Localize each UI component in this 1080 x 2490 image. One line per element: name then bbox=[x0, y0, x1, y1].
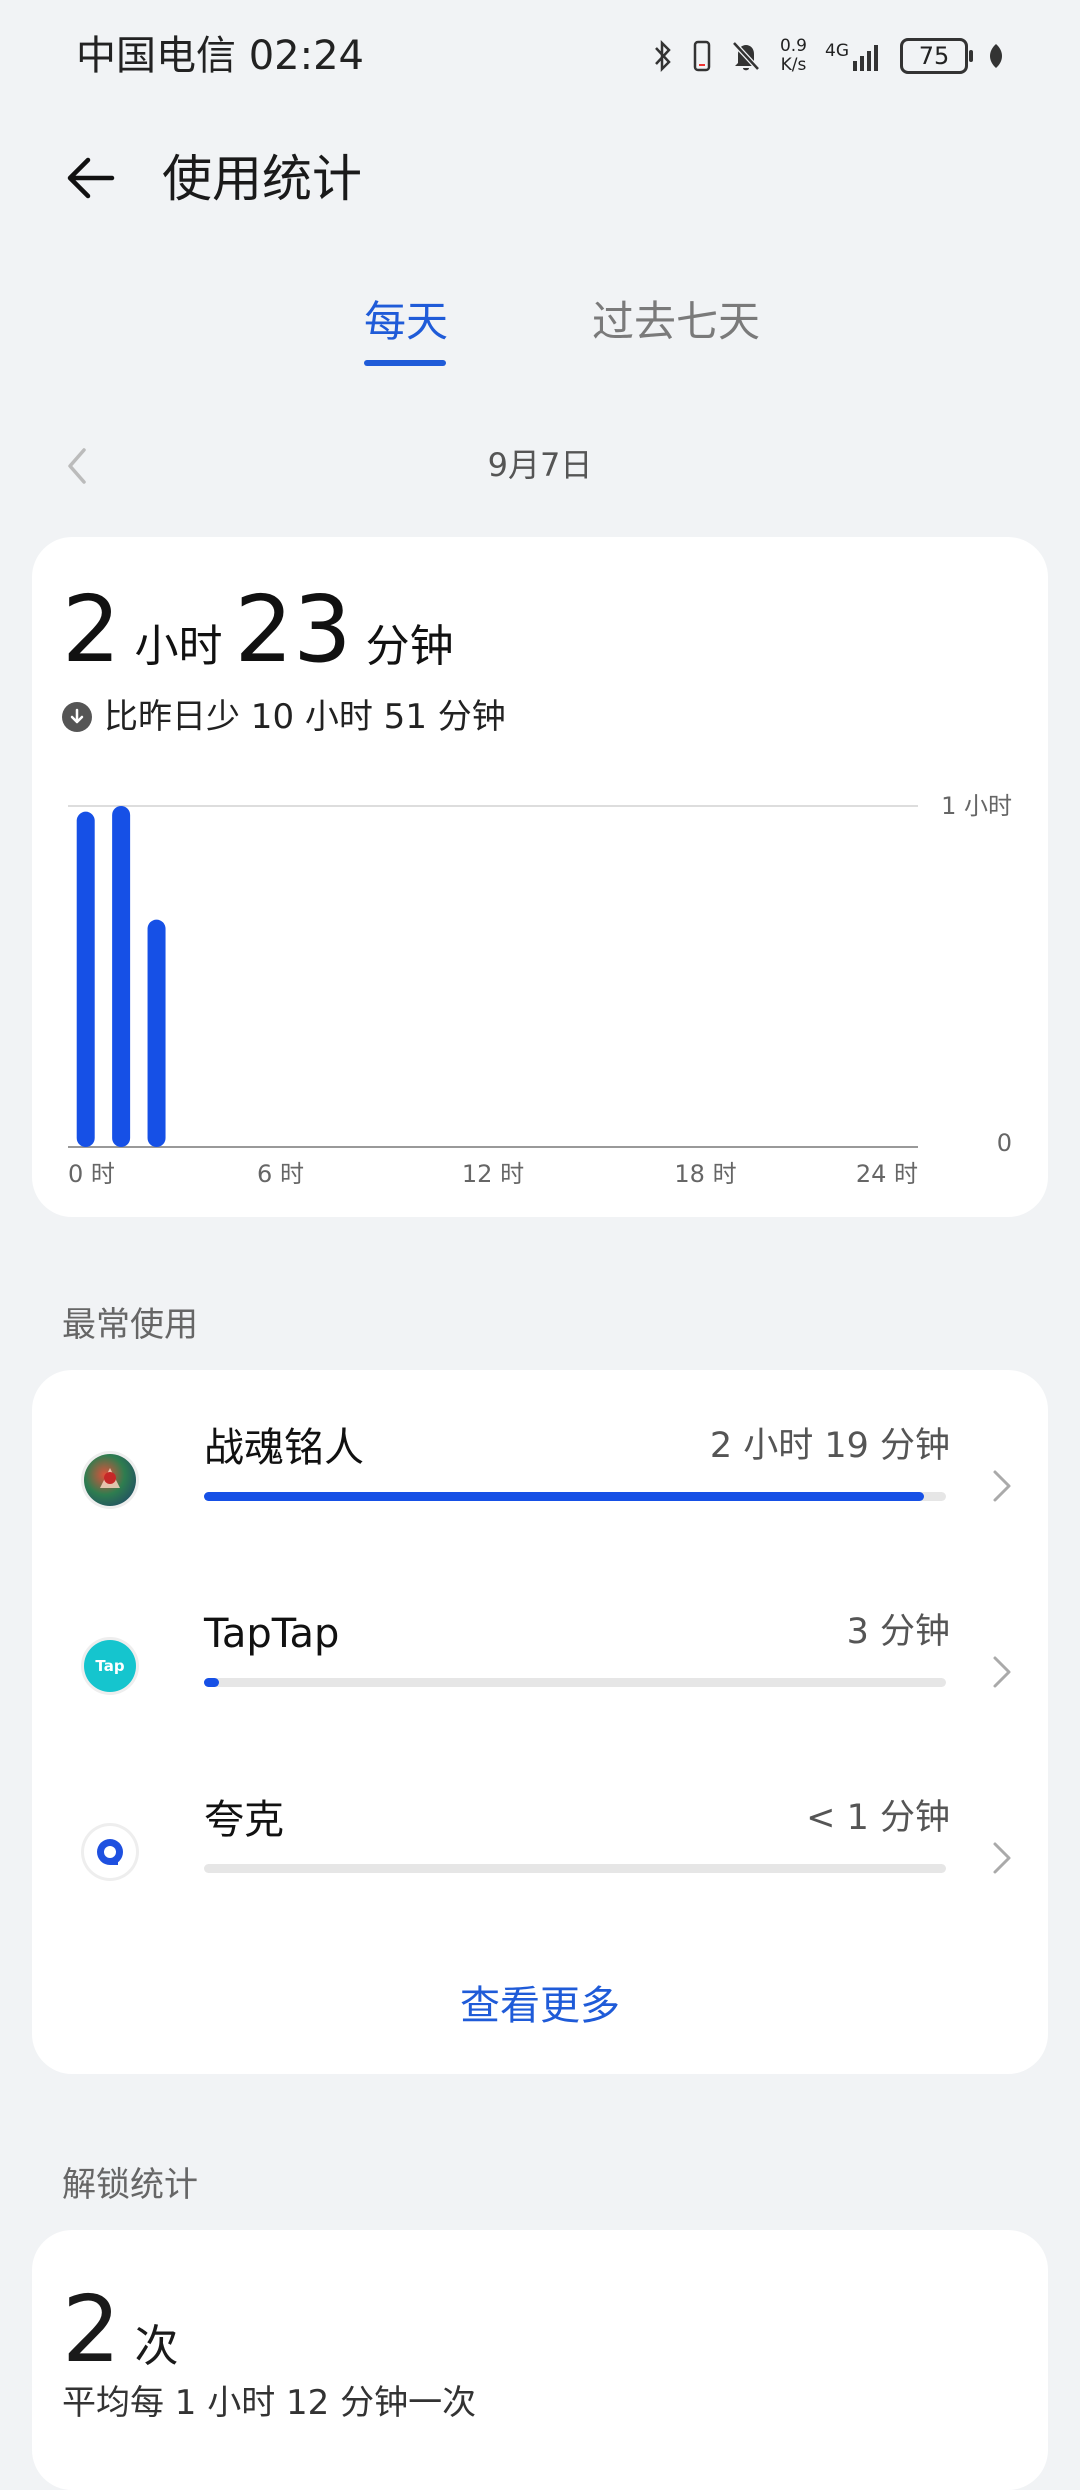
chart-bar bbox=[112, 806, 131, 1147]
app-name: 战魂铭人 bbox=[204, 1425, 364, 1471]
app-usage-bar bbox=[204, 1492, 946, 1501]
most-used-label: 最常使用 bbox=[62, 1305, 198, 1345]
app-usage-bar bbox=[204, 1678, 946, 1687]
signal-bars-icon bbox=[853, 45, 878, 71]
app-row-zhanhun[interactable]: 战魂铭人 2 小时 19 分钟 bbox=[32, 1380, 1048, 1566]
net-speed-value: 0.9 bbox=[779, 36, 807, 56]
see-more-button[interactable]: 查看更多 bbox=[32, 1978, 1048, 2034]
chevron-right-icon bbox=[993, 1842, 1011, 1874]
app-usage-time: 2 小时 19 分钟 bbox=[709, 1426, 950, 1466]
app-usage-bar-fill bbox=[204, 1492, 924, 1501]
chart-bar bbox=[76, 811, 95, 1147]
chart-y-tick-label: 1 小时 bbox=[941, 792, 1012, 820]
unlock-stats-label: 解锁统计 bbox=[62, 2165, 198, 2205]
chart-x-tick-label: 6 时 bbox=[257, 1160, 304, 1188]
chart-x-tick-label: 18 时 bbox=[674, 1160, 736, 1188]
compare-text: 比昨日少 10 小时 51 分钟 bbox=[104, 697, 506, 737]
unlock-average-text: 平均每 1 小时 12 分钟一次 bbox=[62, 2383, 477, 2423]
compare-yesterday: 比昨日少 10 小时 51 分钟 bbox=[62, 694, 506, 740]
chart-x-tick-label: 24 时 bbox=[856, 1160, 918, 1188]
signal-strength: 4G bbox=[825, 41, 882, 71]
app-usage-bar bbox=[204, 1864, 946, 1873]
back-arrow-icon[interactable] bbox=[62, 150, 118, 206]
chart-y-tick-label: 0 bbox=[997, 1129, 1012, 1157]
status-carrier-time: 中国电信 02:24 bbox=[76, 33, 364, 79]
app-usage-time: < 1 分钟 bbox=[806, 1798, 950, 1838]
unlock-count: 2 次 bbox=[62, 2280, 191, 2380]
bell-muted-icon bbox=[732, 41, 760, 71]
chart-bar bbox=[147, 919, 166, 1147]
tab-daily[interactable]: 每天 bbox=[364, 292, 448, 352]
chevron-right-icon bbox=[993, 1470, 1011, 1502]
zhanhun-icon bbox=[84, 1454, 136, 1506]
tab-past-seven-days[interactable]: 过去七天 bbox=[592, 292, 760, 352]
net-speed: 0.9 K/s bbox=[780, 37, 807, 75]
taptap-icon: Tap bbox=[84, 1640, 136, 1692]
hours-unit: 小时 bbox=[134, 621, 223, 672]
bluetooth-icon bbox=[655, 39, 671, 73]
total-usage-time: 2 小时 23 分钟 bbox=[62, 580, 466, 680]
app-usage-time: 3 分钟 bbox=[846, 1612, 950, 1652]
arrow-down-circle-icon bbox=[62, 702, 92, 732]
app-name: TapTap bbox=[204, 1611, 340, 1657]
vibrate-phone-icon bbox=[693, 40, 711, 72]
page-title: 使用统计 bbox=[162, 150, 362, 208]
unlock-count-unit: 次 bbox=[134, 2321, 179, 2372]
app-name: 夸克 bbox=[204, 1797, 284, 1843]
chevron-right-icon bbox=[993, 1656, 1011, 1688]
tab-active-indicator bbox=[364, 360, 446, 366]
chart-x-tick-label: 12 时 bbox=[462, 1160, 524, 1188]
chart-x-tick-label: 0 时 bbox=[68, 1160, 115, 1188]
hourly-usage-chart: 0 时 6 时 12 时 18 时 24 时 1 小时 0 bbox=[68, 792, 1012, 1188]
date-label: 9月7日 bbox=[487, 446, 593, 484]
app-row-taptap[interactable]: Tap TapTap 3 分钟 bbox=[32, 1566, 1048, 1752]
net-speed-unit: K/s bbox=[780, 55, 807, 75]
unlock-count-value: 2 bbox=[62, 2276, 121, 2383]
battery-indicator: 75 bbox=[900, 38, 973, 74]
quark-icon bbox=[84, 1826, 136, 1878]
app-usage-bar-fill bbox=[204, 1678, 219, 1687]
total-minutes: 23 bbox=[234, 576, 352, 683]
status-icons: 0.9 K/s 4G 75 bbox=[652, 30, 1006, 82]
taptap-icon-text: Tap bbox=[95, 1657, 125, 1675]
app-row-quark[interactable]: 夸克 < 1 分钟 bbox=[32, 1752, 1048, 1938]
total-hours: 2 bbox=[62, 576, 121, 683]
minutes-unit: 分钟 bbox=[365, 621, 454, 672]
network-type-label: 4G bbox=[825, 41, 849, 61]
eco-leaf-icon bbox=[990, 44, 1002, 68]
